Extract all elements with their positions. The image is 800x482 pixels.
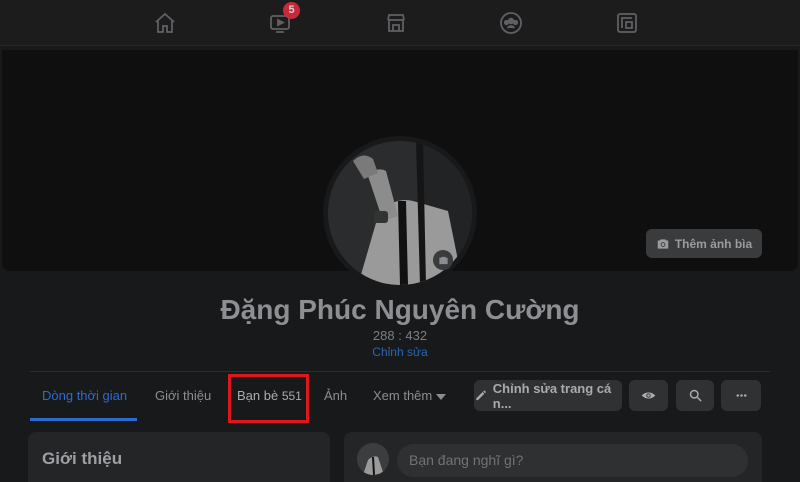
friends-tab-highlight bbox=[228, 374, 309, 423]
home-icon[interactable] bbox=[152, 10, 178, 36]
groups-icon[interactable] bbox=[498, 10, 524, 36]
eye-icon bbox=[641, 392, 656, 399]
profile-bio: 288 : 432 bbox=[372, 328, 428, 343]
tab-more-label: Xem thêm bbox=[373, 388, 433, 403]
search-icon bbox=[689, 389, 702, 402]
marketplace-icon[interactable] bbox=[383, 10, 409, 36]
tab-photos[interactable]: Ảnh bbox=[324, 388, 347, 403]
update-avatar-button[interactable] bbox=[433, 250, 453, 270]
tab-about[interactable]: Giới thiệu bbox=[155, 388, 211, 403]
edit-bio-link[interactable]: Chỉnh sửa bbox=[0, 345, 800, 359]
profile-name: Đặng Phúc Nguyên Cường bbox=[220, 294, 580, 325]
view-as-button[interactable] bbox=[629, 380, 668, 411]
watch-icon[interactable]: 5 bbox=[267, 2, 300, 36]
top-navigation: 5 bbox=[0, 0, 800, 46]
watch-notification-badge: 5 bbox=[283, 2, 300, 19]
chevron-down-icon bbox=[436, 393, 447, 400]
search-profile-button[interactable] bbox=[676, 380, 714, 411]
intro-title: Giới thiệu bbox=[42, 449, 123, 468]
edit-profile-label: Chỉnh sửa trang cá n... bbox=[492, 380, 612, 411]
add-cover-photo-label: Thêm ảnh bìa bbox=[674, 236, 753, 251]
camera-icon bbox=[438, 256, 448, 264]
camera-icon bbox=[657, 238, 669, 249]
avatar[interactable] bbox=[357, 443, 389, 475]
add-cover-photo-button[interactable]: Thêm ảnh bìa bbox=[646, 229, 762, 258]
edit-profile-button[interactable]: Chỉnh sửa trang cá n... bbox=[474, 380, 622, 411]
more-options-button[interactable] bbox=[721, 380, 761, 411]
divider bbox=[30, 371, 770, 372]
tab-timeline[interactable]: Dòng thời gian bbox=[42, 388, 127, 403]
pencil-icon bbox=[476, 390, 487, 401]
tab-more[interactable]: Xem thêm bbox=[373, 388, 447, 403]
gaming-icon[interactable] bbox=[614, 10, 640, 36]
active-tab-indicator bbox=[30, 418, 137, 421]
whats-on-your-mind-input[interactable]: Bạn đang nghĩ gì? bbox=[397, 444, 748, 477]
more-icon bbox=[736, 394, 746, 397]
